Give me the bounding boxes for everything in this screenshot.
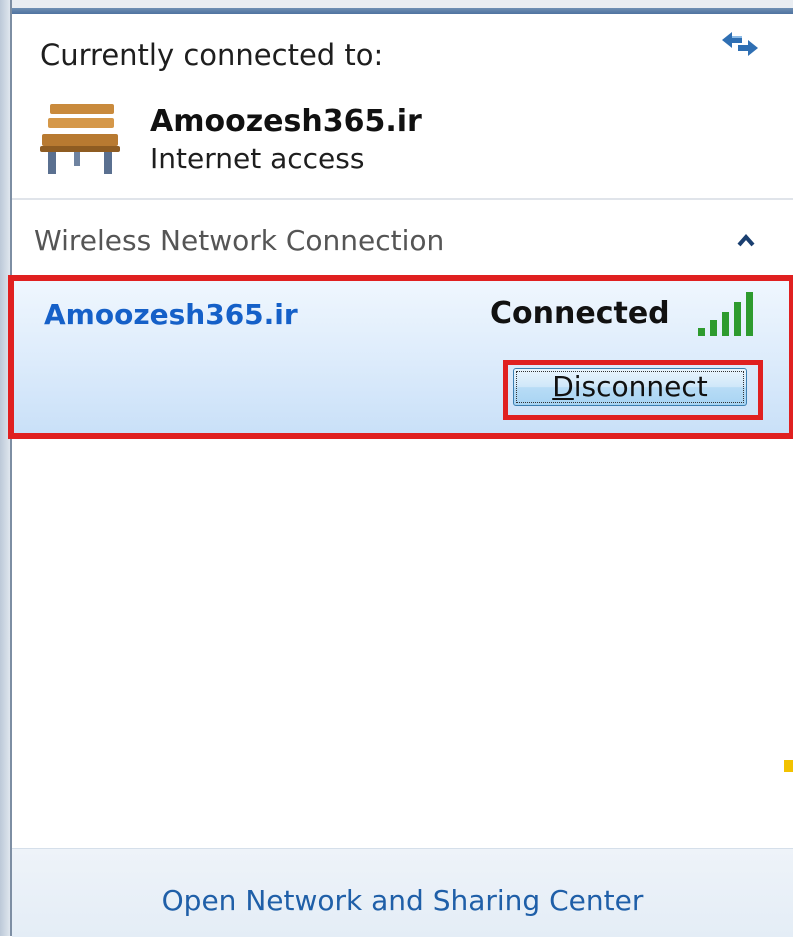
wifi-connection-status: Connected [490, 296, 670, 331]
wireless-section-title[interactable]: Wireless Network Connection [34, 224, 444, 257]
window-left-border [0, 0, 12, 936]
currently-connected-label: Currently connected to: [40, 38, 384, 72]
open-network-sharing-center-link[interactable]: Open Network and Sharing Center [0, 884, 793, 917]
chevron-up-icon[interactable] [736, 232, 756, 248]
connected-network-access: Internet access [150, 142, 365, 175]
edge-artifact [784, 760, 793, 772]
section-divider [12, 198, 793, 200]
window-top-border [0, 0, 793, 14]
signal-strength-icon [698, 292, 753, 336]
bench-icon [40, 104, 120, 174]
button-highlight-outline [503, 360, 763, 420]
wifi-network-name: Amoozesh365.ir [44, 298, 298, 331]
connected-network-name: Amoozesh365.ir [150, 104, 422, 139]
refresh-arrows-icon[interactable] [718, 26, 762, 62]
network-flyout-panel [12, 14, 793, 936]
